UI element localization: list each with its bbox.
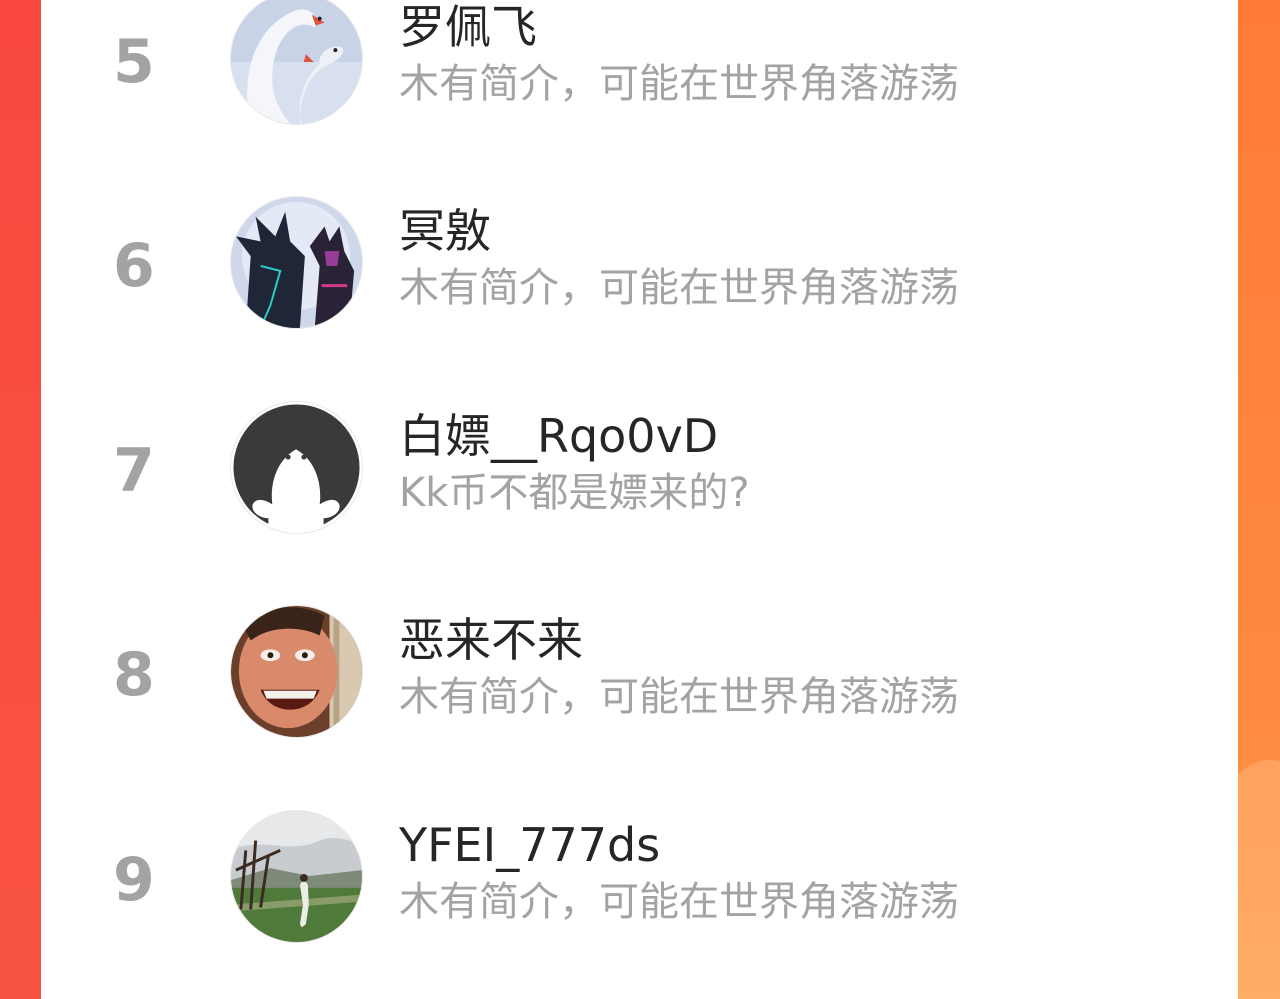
user-bio: 木有简介，可能在世界角落游荡 [399,879,959,925]
user-bio: 木有简介，可能在世界角落游荡 [399,265,959,311]
username[interactable]: 罗佩飞 [399,0,537,54]
rank-number: 5 [113,27,155,97]
username[interactable]: 冥敫 [399,204,491,258]
ranking-row[interactable]: 6 冥敫 木有简介，可能在世界角落游荡 [41,196,1238,354]
username[interactable]: YFEI_777ds [399,818,660,872]
background-swoosh [1238,760,1280,999]
landscape-person-avatar-icon[interactable] [230,810,363,943]
user-bio: 木有简介，可能在世界角落游荡 [399,61,959,107]
default-ghost-avatar-icon[interactable] [230,401,363,534]
user-bio: 木有简介，可能在世界角落游荡 [399,674,959,720]
swans-avatar-icon[interactable] [230,0,363,125]
username[interactable]: 白嫖__Rqo0vD [399,409,718,463]
ranking-row[interactable]: 9 YFEI_777ds 木有简介，可能在世界角落游荡 [41,810,1238,968]
rank-number: 6 [113,231,155,301]
rank-number: 7 [113,436,155,506]
ranking-row[interactable]: 5 罗佩飞 木有简介，可能在世界角落游荡 [41,0,1238,150]
background-left-strip [0,0,41,999]
laughing-face-avatar-icon[interactable] [230,605,363,738]
rank-number: 8 [113,640,155,710]
ranking-row[interactable]: 7 白嫖__Rqo0vD Kk币不都是嫖来的? [41,401,1238,559]
rank-number: 9 [113,845,155,915]
dark-armored-figures-avatar-icon[interactable] [230,196,363,329]
ranking-row[interactable]: 8 恶来不来 木有简介，可能在世界角落游荡 [41,605,1238,763]
ranking-list-card: 5 罗佩飞 木有简介，可能在世界角落游荡 6 冥敫 木有简介，可能在世界角落游荡… [41,0,1238,999]
user-bio: Kk币不都是嫖来的? [399,470,750,516]
username[interactable]: 恶来不来 [399,613,583,667]
background-right-strip [1238,0,1280,999]
